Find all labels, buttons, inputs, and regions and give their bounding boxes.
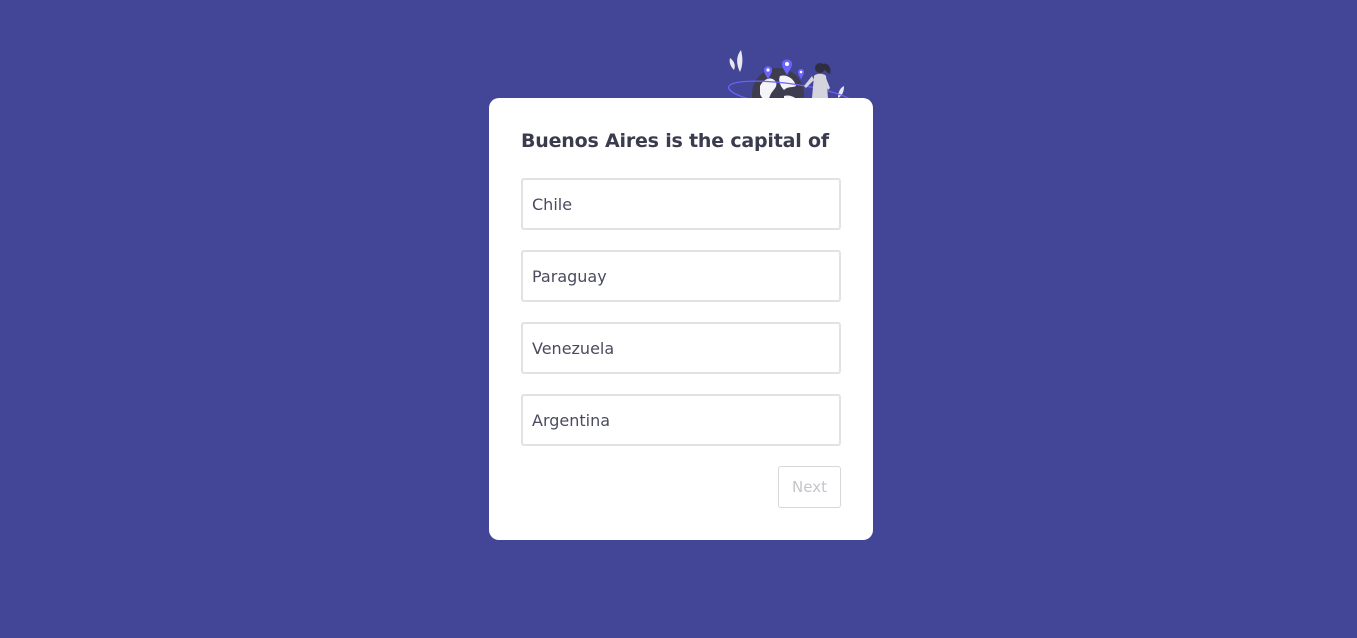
answer-option-argentina[interactable]: Argentina [521,394,841,446]
next-button[interactable]: Next [778,466,841,508]
leaf-left-decoration [737,50,743,72]
quiz-page: Buenos Aires is the capital of Chile Par… [0,0,1357,638]
question-text: Buenos Aires is the capital of [521,130,829,152]
quiz-card: Buenos Aires is the capital of Chile Par… [489,98,873,540]
answer-option-venezuela[interactable]: Venezuela [521,322,841,374]
answer-options: Chile Paraguay Venezuela Argentina [521,178,841,466]
answer-option-label: Venezuela [532,338,615,358]
answer-option-label: Chile [532,194,573,214]
answer-option-label: Paraguay [532,266,607,286]
answer-option-paraguay[interactable]: Paraguay [521,250,841,302]
answer-option-label: Argentina [532,410,611,430]
location-pin-icon [798,69,804,80]
answer-option-chile[interactable]: Chile [521,178,841,230]
